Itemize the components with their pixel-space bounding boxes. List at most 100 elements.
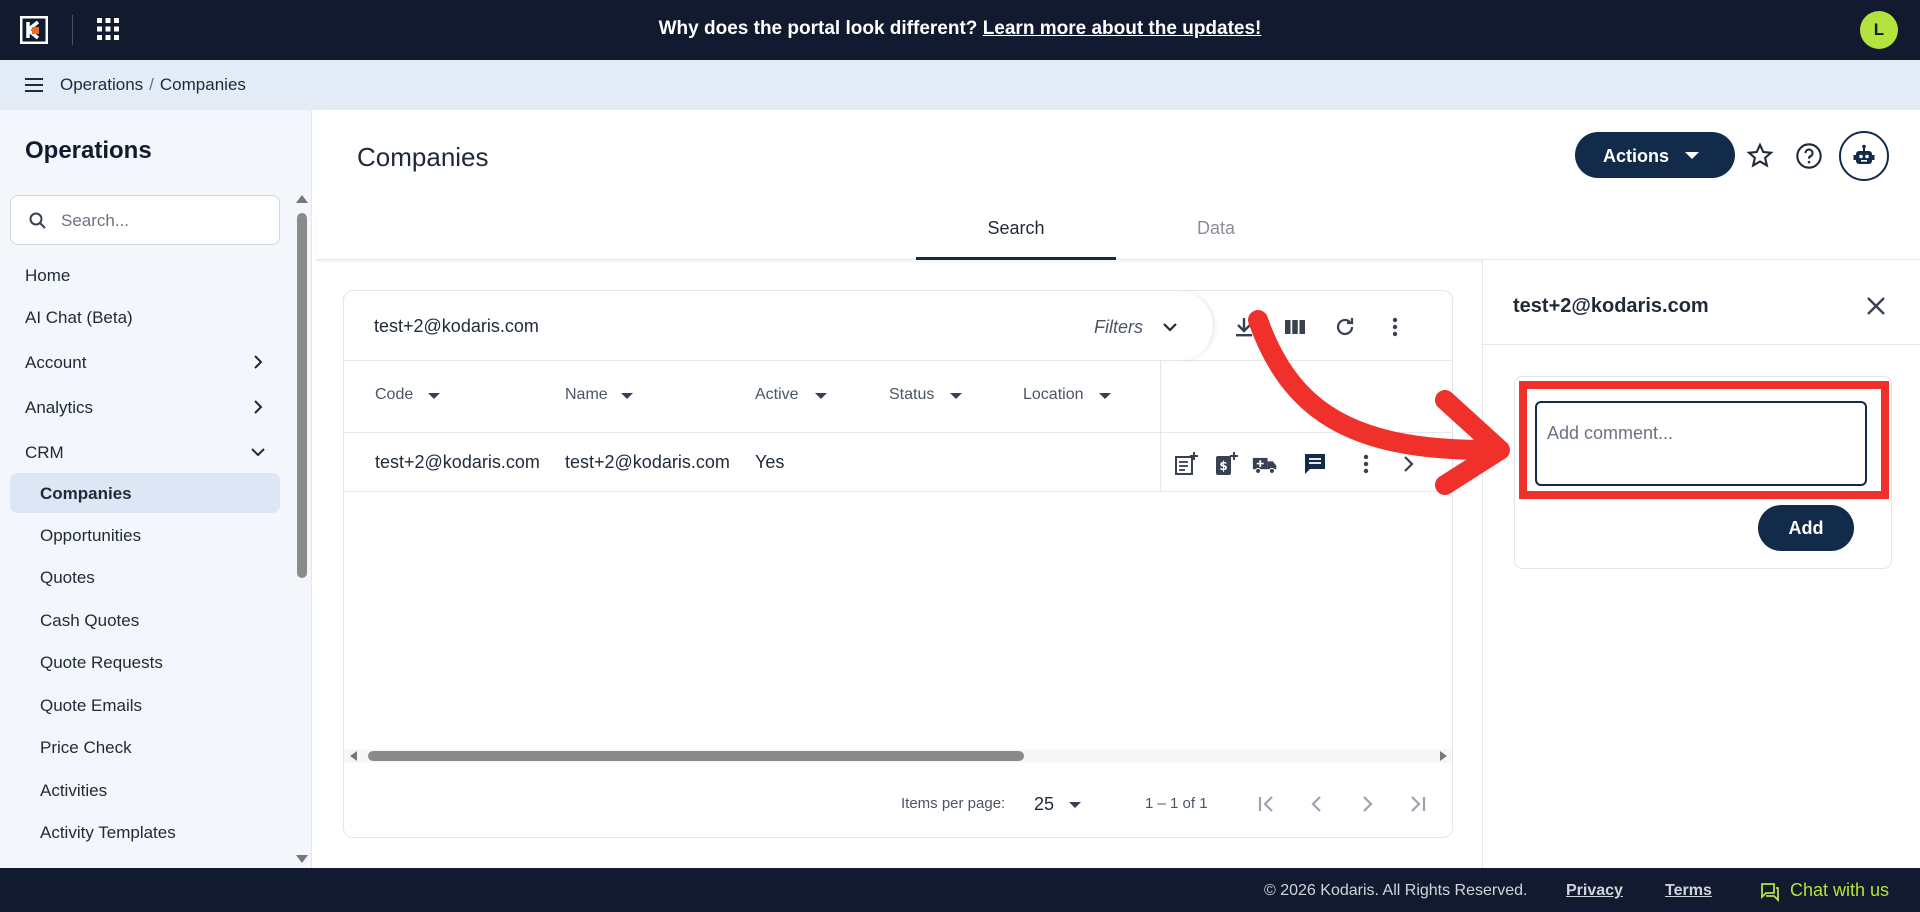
sidebar-search [10, 195, 280, 245]
more-vertical-icon[interactable] [1383, 315, 1407, 339]
sidebar-item-crm[interactable]: CRM [10, 432, 280, 472]
sidebar-item-home[interactable]: Home [10, 255, 280, 295]
sidebar-item-activity-templates[interactable]: Activity Templates [10, 812, 280, 852]
column-header-location[interactable]: Location [1023, 386, 1084, 404]
terms-link[interactable]: Terms [1665, 882, 1712, 900]
caret-down-icon[interactable] [1069, 802, 1081, 808]
sort-caret-icon[interactable] [815, 393, 827, 399]
sort-caret-icon[interactable] [950, 393, 962, 399]
sidebar-item-cash-quotes[interactable]: Cash Quotes [10, 600, 280, 640]
sidebar-item-quote-requests[interactable]: Quote Requests [10, 642, 280, 682]
tab-search[interactable]: Search [916, 218, 1116, 260]
privacy-link[interactable]: Privacy [1566, 882, 1623, 900]
previous-page-icon[interactable] [1304, 791, 1330, 817]
breadcrumb-bar: Operations / Companies [0, 60, 1920, 110]
sidebar-item-label: Price Check [40, 738, 132, 757]
svg-text:$: $ [1219, 459, 1227, 473]
add-comment-button[interactable]: Add [1758, 505, 1854, 551]
sidebar-item-quotes[interactable]: Quotes [10, 557, 280, 597]
ai-assistant-button[interactable] [1839, 131, 1889, 181]
sidebar-item-price-check[interactable]: Price Check [10, 727, 280, 767]
refresh-icon[interactable] [1333, 315, 1357, 339]
sidebar-item-label: Cash Quotes [40, 611, 140, 630]
grid-search-bar[interactable]: test+2@kodaris.com Filters [344, 291, 1214, 361]
column-header-code[interactable]: Code [375, 386, 413, 404]
sidebar-item-opportunities[interactable]: Opportunities [10, 515, 280, 555]
pager-range: 1 – 1 of 1 [1145, 795, 1208, 812]
first-page-icon[interactable] [1254, 791, 1280, 817]
star-icon[interactable] [1746, 142, 1774, 170]
actions-label: Actions [1603, 146, 1670, 166]
columns-icon[interactable] [1283, 315, 1307, 339]
scroll-right-arrow[interactable] [1440, 751, 1447, 761]
comment-icon[interactable] [1302, 451, 1328, 477]
banner-learn-more-link[interactable]: Learn more about the updates! [983, 18, 1262, 39]
robot-icon [1853, 144, 1875, 164]
sidebar-title: Operations [25, 137, 152, 164]
add-invoice-icon[interactable]: $ [1213, 451, 1239, 477]
chevron-right-icon[interactable] [1395, 451, 1421, 477]
sidebar-item-label: Opportunities [40, 526, 142, 545]
top-bar: Why does the portal look different? Lear… [0, 0, 1920, 60]
row-divider [344, 491, 1452, 492]
last-page-icon[interactable] [1404, 791, 1430, 817]
search-icon [29, 212, 46, 229]
panel-header: test+2@kodaris.com [1483, 260, 1920, 345]
grid-search-query[interactable]: test+2@kodaris.com [374, 316, 539, 337]
chat-bubble-icon [1761, 883, 1779, 902]
hamburger-menu-icon[interactable] [25, 76, 45, 94]
sidebar-item-account[interactable]: Account [10, 342, 280, 382]
sort-caret-icon[interactable] [1099, 393, 1111, 399]
sidebar-item-quote-emails[interactable]: Quote Emails [10, 685, 280, 725]
footer: © 2026 Kodaris. All Rights Reserved. Pri… [0, 868, 1920, 912]
chevron-right-icon [254, 400, 263, 414]
actions-button[interactable]: Actions [1575, 132, 1735, 178]
sidebar-item-label: AI Chat (Beta) [25, 308, 133, 327]
add-shipment-truck-icon[interactable] [1252, 451, 1278, 477]
close-icon[interactable] [1865, 295, 1887, 317]
sidebar-item-label: Activities [40, 781, 108, 800]
sidebar-item-label: Home [25, 266, 71, 285]
scroll-left-arrow[interactable] [350, 751, 357, 761]
scroll-thumb[interactable] [368, 751, 1024, 761]
column-header-status[interactable]: Status [889, 386, 934, 404]
comment-card: Add [1514, 376, 1892, 569]
sidebar-scroll-down[interactable] [296, 855, 308, 863]
header-divider [344, 432, 1452, 433]
sidebar-scroll-up[interactable] [296, 195, 308, 203]
help-icon[interactable] [1795, 142, 1823, 170]
sidebar-search-input[interactable] [61, 208, 271, 234]
sidebar-scrollbar[interactable] [297, 213, 307, 578]
tab-data[interactable]: Data [1116, 218, 1316, 260]
sidebar-item-analytics[interactable]: Analytics [10, 387, 280, 427]
breadcrumb-separator: / [149, 75, 154, 94]
sidebar: Operations Home AI Chat (Beta) Account A… [0, 110, 312, 868]
sidebar-item-ai-chat[interactable]: AI Chat (Beta) [10, 297, 280, 337]
comment-input[interactable] [1535, 401, 1867, 486]
sort-caret-icon[interactable] [428, 393, 440, 399]
more-vertical-icon[interactable] [1353, 451, 1379, 477]
sidebar-item-activities[interactable]: Activities [10, 770, 280, 810]
chevron-down-icon[interactable] [1161, 318, 1179, 336]
panel-title: test+2@kodaris.com [1513, 295, 1709, 317]
sidebar-item-companies[interactable]: Companies [10, 473, 280, 513]
chat-with-us-label: Chat with us [1790, 880, 1890, 900]
column-header-active[interactable]: Active [755, 386, 799, 404]
sidebar-item-label: Quote Emails [40, 696, 143, 715]
page-size-select[interactable]: 25 [1034, 794, 1054, 815]
sort-caret-icon[interactable] [621, 393, 633, 399]
banner-text: Why does the portal look different? [658, 18, 978, 39]
filters-toggle[interactable]: Filters [1094, 317, 1143, 338]
breadcrumb-companies: Companies [159, 75, 246, 94]
user-avatar[interactable]: L [1860, 11, 1898, 49]
sidebar-item-label: Quote Requests [40, 653, 163, 672]
download-icon[interactable] [1232, 315, 1256, 339]
sidebar-item-label: CRM [25, 443, 64, 462]
next-page-icon[interactable] [1354, 791, 1380, 817]
breadcrumb-operations[interactable]: Operations [60, 75, 143, 94]
add-note-icon[interactable] [1173, 451, 1199, 477]
tab-bar: Search Data [316, 210, 1920, 260]
column-header-name[interactable]: Name [565, 386, 608, 404]
cell-code: test+2@kodaris.com [375, 452, 540, 472]
grid-horizontal-scrollbar[interactable] [344, 749, 1452, 763]
